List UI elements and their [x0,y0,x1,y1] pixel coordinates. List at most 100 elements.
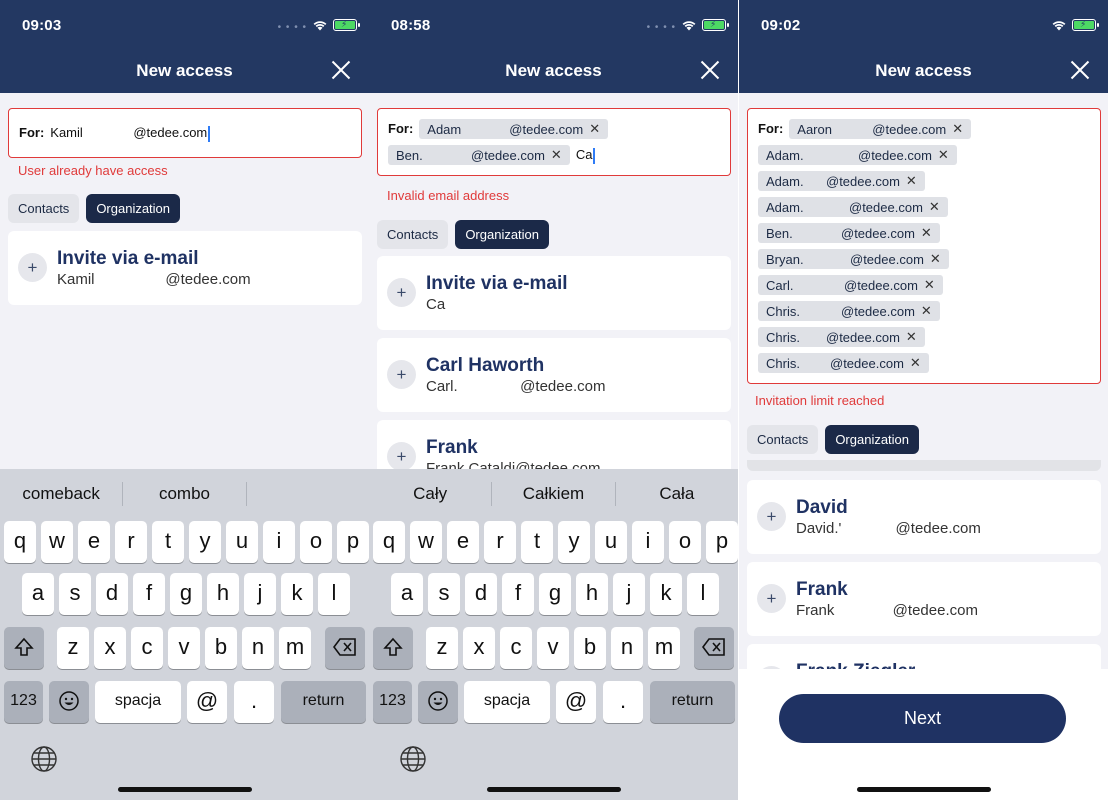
key-d[interactable]: d [465,573,497,615]
remove-chip-icon[interactable]: ✕ [952,121,963,137]
backspace-key[interactable] [694,627,734,669]
close-icon[interactable] [1070,60,1090,80]
key-p[interactable]: p [706,521,738,563]
space-key[interactable]: spacja [464,681,550,723]
suggestion-item[interactable]: combo [123,484,245,504]
plus-icon[interactable]: + [757,502,786,531]
suggestion-item[interactable]: Całkiem [492,484,614,504]
key-a[interactable]: a [391,573,423,615]
contact-card[interactable]: + Frank Frank @tedee.com [747,562,1101,636]
key-i[interactable]: i [263,521,295,563]
close-icon[interactable] [331,60,351,80]
key-n[interactable]: n [242,627,274,669]
suggestion-item[interactable]: Cała [616,484,738,504]
key-s[interactable]: s [59,573,91,615]
next-button[interactable]: Next [779,694,1066,743]
key-z[interactable]: z [426,627,458,669]
at-key[interactable]: @ [556,681,596,723]
key-b[interactable]: b [205,627,237,669]
remove-chip-icon[interactable]: ✕ [930,251,941,267]
recipient-input-text[interactable]: Kamil @tedee.com [50,123,210,143]
plus-icon[interactable]: + [387,278,416,307]
key-y[interactable]: y [558,521,590,563]
key-f[interactable]: f [133,573,165,615]
contact-card[interactable]: + Carl Haworth Carl. @tedee.com [377,338,731,412]
key-g[interactable]: g [539,573,571,615]
remove-chip-icon[interactable]: ✕ [929,199,940,215]
dot-key[interactable]: . [603,681,643,723]
invite-card[interactable]: + Invite via e-mail Kamil @tedee.com [8,231,362,305]
key-e[interactable]: e [447,521,479,563]
key-s[interactable]: s [428,573,460,615]
key-a[interactable]: a [22,573,54,615]
key-h[interactable]: h [576,573,608,615]
key-w[interactable]: w [41,521,73,563]
key-q[interactable]: q [4,521,36,563]
key-t[interactable]: t [521,521,553,563]
tab-contacts[interactable]: Contacts [747,425,819,454]
recipient-field[interactable]: For: Kamil @tedee.com [8,108,362,158]
recipient-input-text[interactable]: Ca [576,145,595,165]
key-y[interactable]: y [189,521,221,563]
remove-chip-icon[interactable]: ✕ [924,277,935,293]
suggestion-item[interactable]: comeback [0,484,122,504]
key-i[interactable]: i [632,521,664,563]
dot-key[interactable]: . [234,681,274,723]
shift-key[interactable] [373,627,413,669]
recipient-field[interactable]: For: Aaron @tedee.com ✕ Adam. @tedee.com ✕ A… [747,108,1101,384]
key-x[interactable]: x [94,627,126,669]
plus-icon[interactable]: + [387,442,416,471]
remove-chip-icon[interactable]: ✕ [921,303,932,319]
tab-organization[interactable]: Organization [86,194,181,223]
return-key[interactable]: return [650,681,735,723]
globe-icon[interactable] [399,745,427,773]
key-u[interactable]: u [595,521,627,563]
key-o[interactable]: o [300,521,332,563]
numbers-key[interactable]: 123 [4,681,43,723]
key-o[interactable]: o [669,521,701,563]
key-u[interactable]: u [226,521,258,563]
emoji-key[interactable] [418,681,458,723]
key-p[interactable]: p [337,521,369,563]
key-q[interactable]: q [373,521,405,563]
recipient-field[interactable]: For: Adam @tedee.com ✕ Ben. @tedee.com ✕ Ca [377,108,731,176]
remove-chip-icon[interactable]: ✕ [906,173,917,189]
key-m[interactable]: m [279,627,311,669]
remove-chip-icon[interactable]: ✕ [589,121,600,137]
key-d[interactable]: d [96,573,128,615]
key-w[interactable]: w [410,521,442,563]
key-n[interactable]: n [611,627,643,669]
key-h[interactable]: h [207,573,239,615]
key-c[interactable]: c [131,627,163,669]
key-g[interactable]: g [170,573,202,615]
key-k[interactable]: k [281,573,313,615]
plus-icon[interactable]: + [757,584,786,613]
key-r[interactable]: r [484,521,516,563]
contact-card[interactable]: + David David.' @tedee.com [747,480,1101,554]
shift-key[interactable] [4,627,44,669]
close-icon[interactable] [700,60,720,80]
emoji-key[interactable] [49,681,89,723]
key-x[interactable]: x [463,627,495,669]
space-key[interactable]: spacja [95,681,181,723]
plus-icon[interactable]: + [387,360,416,389]
key-m[interactable]: m [648,627,680,669]
tab-contacts[interactable]: Contacts [8,194,80,223]
key-j[interactable]: j [244,573,276,615]
return-key[interactable]: return [281,681,366,723]
remove-chip-icon[interactable]: ✕ [906,329,917,345]
tab-contacts[interactable]: Contacts [377,220,449,249]
key-v[interactable]: v [168,627,200,669]
invite-card[interactable]: + Invite via e-mail Ca [377,256,731,330]
remove-chip-icon[interactable]: ✕ [551,147,562,163]
key-l[interactable]: l [318,573,350,615]
key-z[interactable]: z [57,627,89,669]
key-b[interactable]: b [574,627,606,669]
key-v[interactable]: v [537,627,569,669]
plus-icon[interactable]: + [18,253,47,282]
key-j[interactable]: j [613,573,645,615]
tab-organization[interactable]: Organization [455,220,550,249]
backspace-key[interactable] [325,627,365,669]
key-k[interactable]: k [650,573,682,615]
numbers-key[interactable]: 123 [373,681,412,723]
